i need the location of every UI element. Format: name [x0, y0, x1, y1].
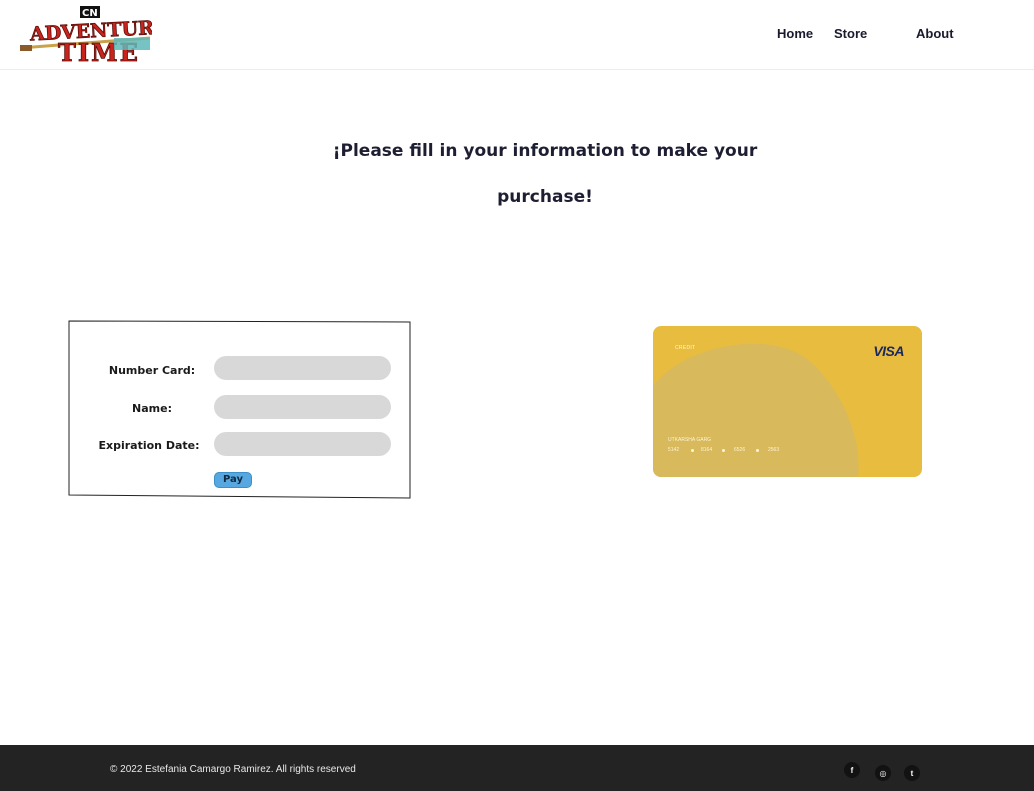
nav-home[interactable]: Home — [777, 26, 813, 41]
card-separator-dot — [691, 449, 694, 452]
site-header: CN ADVENTURE TIME Home Store About — [0, 0, 1034, 70]
name-input[interactable] — [214, 395, 391, 419]
card-number-group: 2563 — [768, 447, 780, 453]
page-heading: ¡Please fill in your information to make… — [332, 141, 758, 207]
twitter-icon[interactable]: t — [904, 765, 920, 781]
adventure-time-logo[interactable]: CN ADVENTURE TIME — [18, 4, 169, 67]
instagram-icon[interactable]: ◎ — [875, 765, 891, 781]
card-number-group: 8164 — [701, 447, 713, 453]
name-label: Name: — [132, 402, 172, 415]
facebook-icon[interactable]: f — [844, 762, 860, 778]
copyright-text: © 2022 Estefania Camargo Ramirez. All ri… — [110, 764, 356, 775]
nav-store[interactable]: Store — [834, 26, 867, 41]
credit-card-preview: CREDIT VISA UTKARSHA GARG 5142 8164 6526… — [653, 326, 922, 477]
expiration-date-label: Expiration Date: — [98, 439, 200, 452]
card-type: CREDIT — [675, 345, 696, 351]
nav-about[interactable]: About — [916, 26, 954, 41]
number-card-input[interactable] — [214, 356, 391, 380]
site-footer: © 2022 Estefania Camargo Ramirez. All ri… — [0, 745, 1034, 791]
card-separator-dot — [722, 449, 725, 452]
svg-text:CN: CN — [82, 8, 98, 19]
card-holder-name: UTKARSHA GARG — [668, 437, 712, 443]
pay-button[interactable]: Pay — [214, 472, 252, 488]
expiration-date-input[interactable] — [214, 432, 391, 456]
card-separator-dot — [756, 449, 759, 452]
visa-logo: VISA — [873, 343, 904, 359]
card-number-group: 5142 — [668, 447, 680, 453]
card-number-group: 6526 — [734, 447, 746, 453]
payment-form: Number Card: Name: Expiration Date: Pay — [68, 320, 411, 499]
number-card-label: Number Card: — [108, 364, 196, 377]
